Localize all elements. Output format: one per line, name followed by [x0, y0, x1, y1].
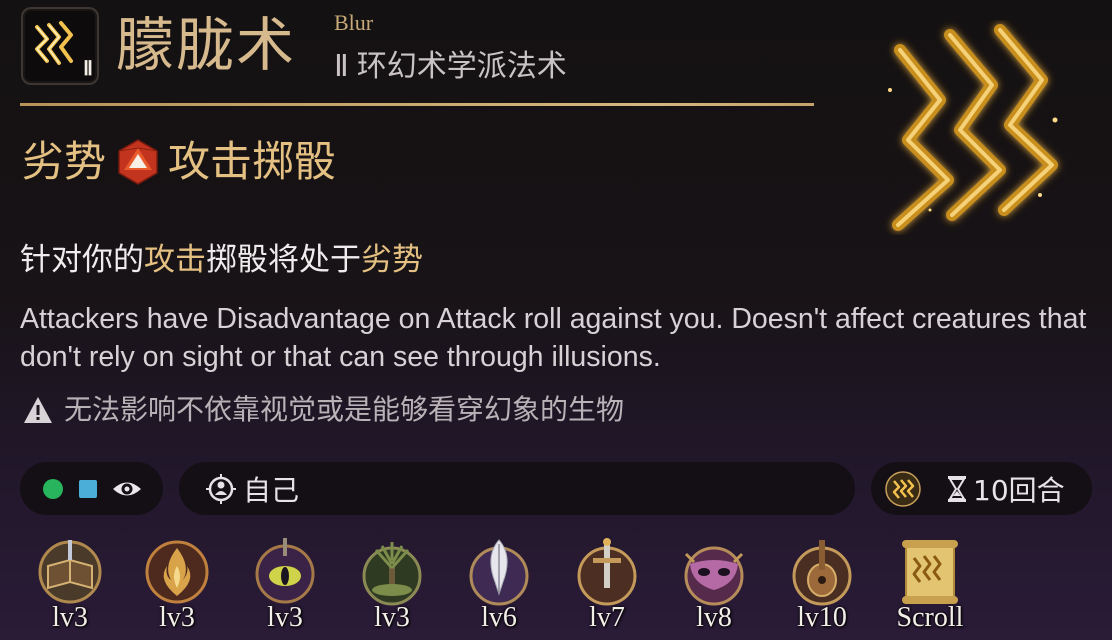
hourglass-icon [948, 475, 966, 502]
spell-level-badge: Ⅱ [83, 58, 93, 80]
spell-school: Ⅱ 环幻术学派法术 [334, 41, 567, 85]
header-divider [20, 103, 814, 106]
class-level-label: lv7 [589, 602, 625, 633]
blur-effect-icon [885, 470, 921, 507]
class-icon-druid[interactable]: lv3 [342, 536, 442, 640]
class-level-label: lv10 [797, 602, 847, 633]
attack-keyword[interactable]: 攻击 [144, 242, 206, 278]
green-dot-icon [43, 478, 63, 499]
blur-art-icon [888, 24, 1058, 231]
druid-tree-icon [362, 542, 422, 606]
description-zh: 针对你的攻击掷骰将处于劣势 [20, 237, 423, 283]
spell-title-english: Blur [334, 10, 374, 35]
warning-text: 无法影响不依靠视觉或是能够看穿幻象的生物 [64, 393, 625, 426]
spell-school-label: 环幻术学派法术 [356, 49, 567, 84]
class-icon-sorcerer[interactable]: lv3 [127, 536, 227, 640]
class-level-label: lv3 [374, 602, 410, 633]
class-level-label: Scroll [896, 602, 964, 633]
bard-quill-icon [469, 539, 529, 606]
trickster-mask-icon [684, 546, 744, 606]
cleric-sword-icon [577, 538, 637, 606]
class-level-label: lv3 [267, 602, 303, 633]
class-icon-trickster[interactable]: lv8 [664, 536, 764, 640]
target-label: 自己 [243, 473, 300, 507]
spell-title: 朦胧术 [116, 11, 297, 79]
wizard-book-icon [38, 540, 102, 604]
spell-icon: Ⅱ [21, 7, 99, 85]
description-zh-part2: 掷骰将处于 [206, 242, 361, 278]
spell-level-roman: Ⅱ [334, 50, 349, 83]
spell-art [870, 20, 1070, 235]
class-level-label: lv3 [52, 602, 88, 633]
self-target-icon [206, 473, 236, 504]
blue-square-icon [79, 479, 97, 498]
class-icon-cleric[interactable]: lv7 [557, 536, 657, 640]
disadvantage-keyword[interactable]: 劣势 [361, 242, 423, 278]
duration-label: 10回合 [973, 473, 1065, 507]
attack-roll-label: 攻击掷骰 [168, 137, 337, 186]
scroll-icon [902, 540, 958, 604]
class-level-label: lv8 [696, 602, 732, 633]
class-icon-bard-lute[interactable]: lv10 [772, 536, 872, 640]
class-icon-bard[interactable]: lv6 [449, 536, 549, 640]
class-icon-warlock[interactable]: lv3 [235, 536, 335, 640]
sorcerer-flame-icon [145, 540, 209, 604]
class-icon-wizard[interactable]: lv3 [20, 536, 120, 640]
warlock-eye-icon [255, 538, 315, 604]
effect-heading: 劣势 攻击掷骰 [22, 132, 336, 192]
eye-icon [113, 482, 141, 495]
description-zh-part1: 针对你的 [20, 242, 144, 278]
scroll-item[interactable]: Scroll [880, 536, 980, 640]
description-en: Attackers have Disadvantage on Attack ro… [20, 303, 1087, 373]
target-pill: 自己 [179, 462, 855, 515]
disadvantage-label: 劣势 [22, 137, 107, 186]
class-level-label: lv3 [159, 602, 195, 633]
warning-triangle-icon [24, 397, 52, 423]
d20-dice-icon [118, 139, 158, 185]
bard-lute-icon [792, 540, 852, 606]
class-level-label: lv6 [481, 602, 517, 633]
duration-pill: 10回合 [871, 462, 1092, 515]
warning-note: 无法影响不依靠视觉或是能够看穿幻象的生物 [22, 390, 624, 430]
component-pill [20, 462, 163, 515]
